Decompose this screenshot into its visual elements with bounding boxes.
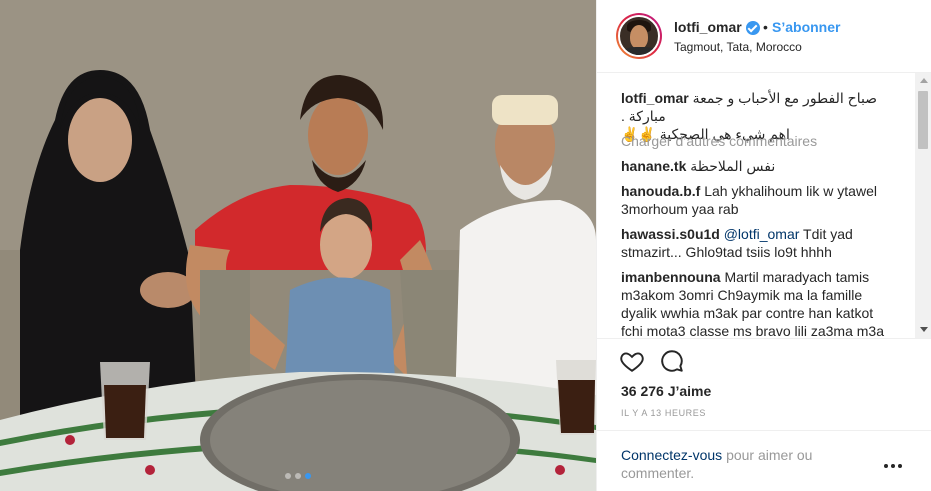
more-options-icon[interactable] bbox=[884, 461, 904, 471]
post-timestamp: IL Y A 13 HEURES bbox=[621, 408, 706, 418]
header-username[interactable]: lotfi_omar bbox=[674, 19, 742, 35]
login-prompt: Connectez-vous pour aimer ou commenter. bbox=[597, 430, 931, 491]
login-link[interactable]: Connectez-vous bbox=[621, 447, 722, 463]
comment-text: Tdit yad bbox=[803, 226, 853, 242]
header-separator: • bbox=[763, 19, 768, 35]
caption-username[interactable]: lotfi_omar bbox=[621, 90, 689, 106]
scroll-down-icon[interactable] bbox=[920, 327, 928, 332]
comment-username[interactable]: hawassi.s0u1d bbox=[621, 226, 720, 242]
list-item: hanouda.b.f Lah ykhalihoum lik w ytawel … bbox=[621, 182, 911, 218]
instagram-post: lotfi_omar • S’abonner Tagmout, Tata, Mo… bbox=[0, 0, 931, 491]
comments-list[interactable]: lotfi_omar صباح الفطور مع الأحباب و جمعة… bbox=[597, 73, 931, 339]
comment-text: m3akom 3omri Ch9aymik ma la famille bbox=[621, 287, 863, 303]
comment-text: نفس الملاحظة bbox=[690, 158, 776, 174]
avatar-image bbox=[618, 15, 660, 57]
comment-text: dyalik wwhia m3ak par contre han katkot bbox=[621, 305, 874, 321]
login-text: Connectez-vous pour aimer ou commenter. bbox=[621, 446, 861, 482]
carousel-dot[interactable] bbox=[295, 473, 301, 479]
carousel-dot[interactable] bbox=[285, 473, 291, 479]
comment-bubble-icon[interactable] bbox=[659, 348, 685, 374]
list-item: hanane.tk نفس الملاحظة bbox=[621, 157, 911, 175]
list-item: imanbennouna Martil maradyach tamis m3ak… bbox=[621, 268, 911, 339]
comment-text: Lah ykhalihoum lik w ytawel bbox=[704, 183, 877, 199]
comment-text: Martil maradyach tamis bbox=[724, 269, 870, 285]
post-photo[interactable] bbox=[0, 0, 596, 491]
comment-text: 3morhoum yaa rab bbox=[621, 201, 739, 217]
comment-username[interactable]: hanouda.b.f bbox=[621, 183, 700, 199]
post-location[interactable]: Tagmout, Tata, Morocco bbox=[674, 40, 802, 54]
comment-username[interactable]: imanbennouna bbox=[621, 269, 721, 285]
avatar[interactable] bbox=[616, 13, 662, 59]
heart-icon[interactable] bbox=[619, 348, 645, 374]
carousel-indicator bbox=[0, 473, 596, 479]
post-actions bbox=[597, 340, 931, 380]
comment-mention[interactable]: @lotfi_omar bbox=[724, 226, 800, 242]
carousel-dot-active[interactable] bbox=[305, 473, 311, 479]
family-photo-illustration bbox=[0, 0, 596, 491]
follow-button[interactable]: S’abonner bbox=[772, 19, 840, 35]
scrollbar-thumb[interactable] bbox=[918, 91, 928, 149]
post-header: lotfi_omar • S’abonner Tagmout, Tata, Mo… bbox=[597, 0, 931, 73]
likes-count[interactable]: 36 276 J’aime bbox=[621, 383, 711, 399]
load-more-comments-button[interactable]: Charger d’autres commentaires bbox=[621, 133, 817, 149]
list-item: hawassi.s0u1d @lotfi_omar Tdit yad stmaz… bbox=[621, 225, 911, 261]
post-side-panel: lotfi_omar • S’abonner Tagmout, Tata, Mo… bbox=[596, 0, 931, 491]
comment-text: stmazirt... Ghlo9tad tsiis lo9t hhhh bbox=[621, 244, 832, 260]
comments-scrollbar[interactable] bbox=[915, 73, 931, 338]
scroll-up-icon[interactable] bbox=[920, 78, 928, 83]
comment-username[interactable]: hanane.tk bbox=[621, 158, 686, 174]
verified-badge-icon bbox=[746, 21, 760, 35]
comment-text: fchi mota3 classe ms bravo lili za3ma m3… bbox=[621, 323, 884, 339]
